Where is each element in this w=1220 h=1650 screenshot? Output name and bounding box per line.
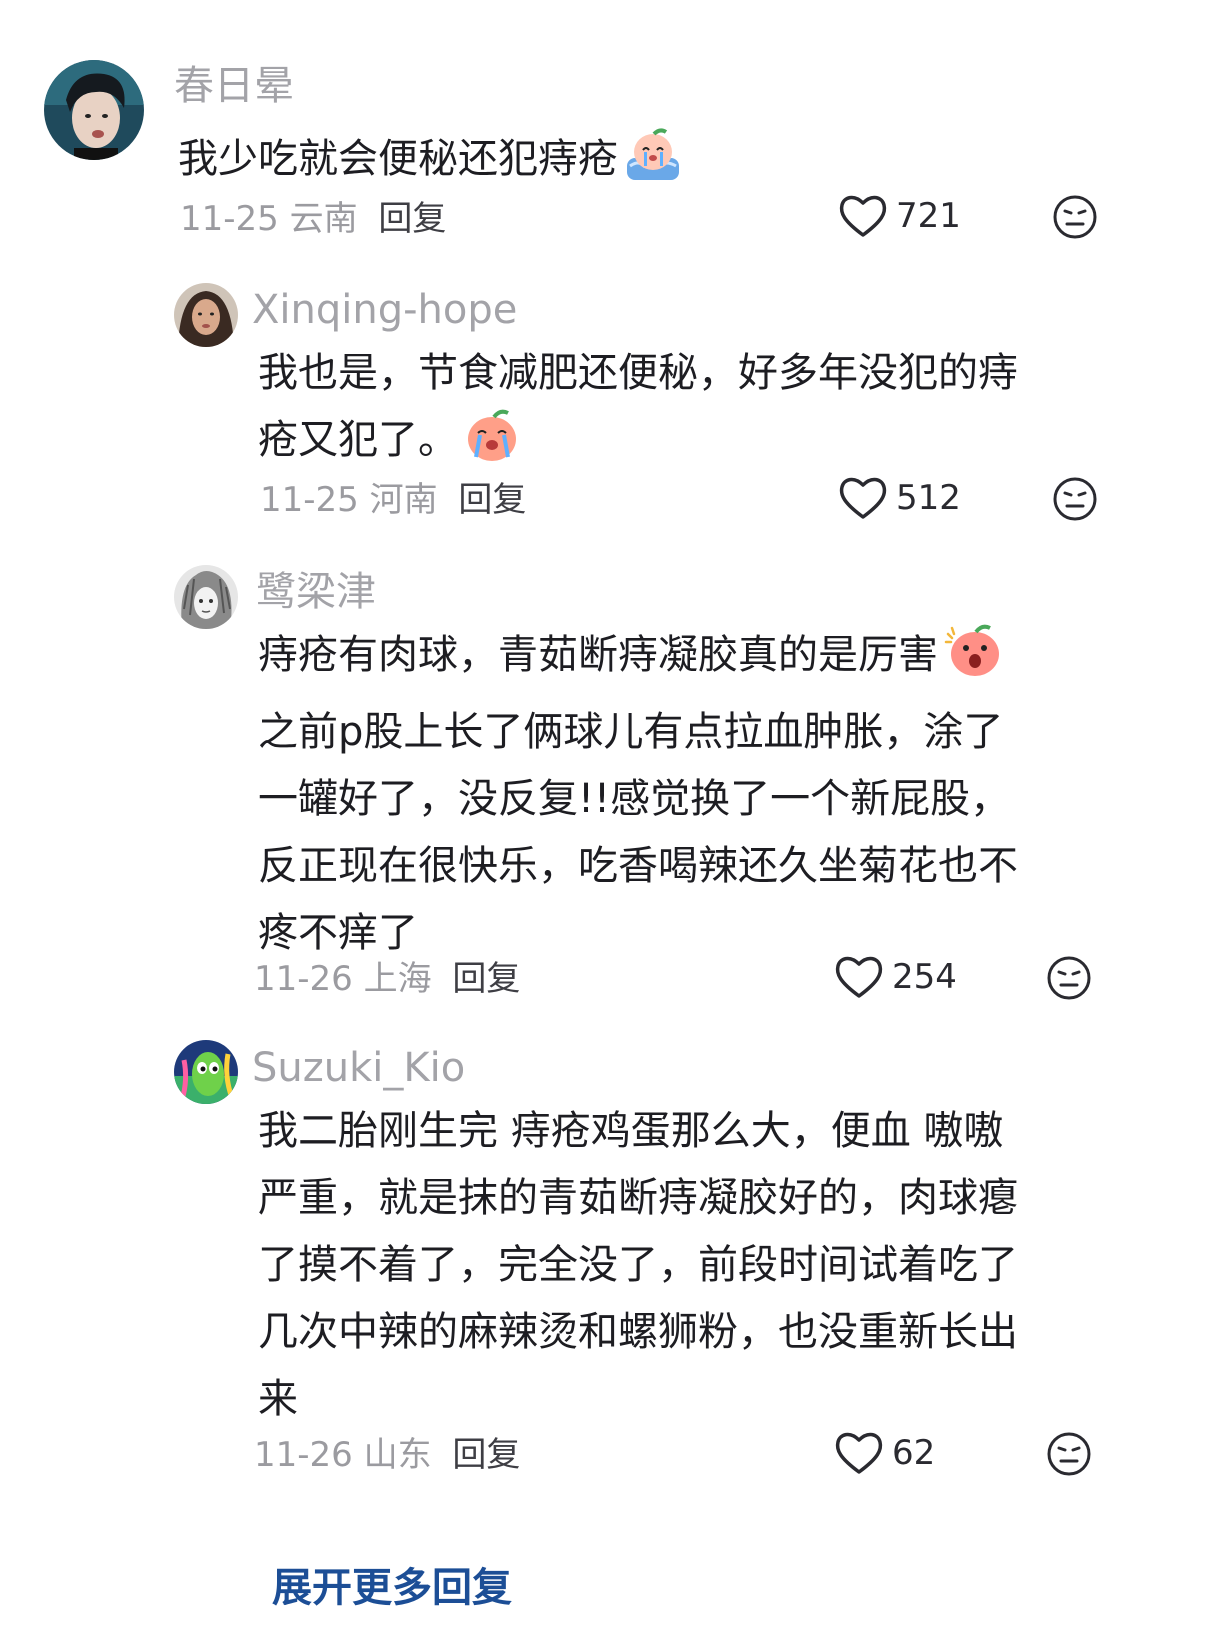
comment-location: 云南 <box>289 199 358 239</box>
comment-line: 几次中辣的麻辣烫和螺狮粉，也没重新长出 <box>258 1309 1018 1355</box>
heart-icon <box>835 956 883 998</box>
reply-button[interactable]: 回复 <box>458 480 526 520</box>
username[interactable]: 春日晕 <box>174 66 294 106</box>
like-count: 512 <box>896 478 961 518</box>
heart-icon <box>839 477 887 519</box>
like-button[interactable]: 254 <box>834 954 957 1000</box>
meh-face-icon <box>1047 1432 1091 1476</box>
avatar[interactable] <box>174 1040 238 1104</box>
comment-line: 疮又犯了。 <box>258 417 458 463</box>
comment-line: 我二胎刚生完 痔疮鸡蛋那么大，便血 嗷嗷 <box>258 1108 1004 1154</box>
comment-text: 痔疮有肉球，青茹断痔凝胶真的是厉害 之前p股上长了俩球儿有点拉血肿胀，涂了 一罐… <box>258 622 1018 967</box>
comment-line: 我少吃就会便秘还犯痔疮 <box>178 136 618 182</box>
comment-date: 11-26 <box>254 1435 353 1475</box>
comment-line: 了摸不着了，完全没了，前段时间试着吃了 <box>258 1242 1018 1288</box>
comment-text: 我也是，节食减肥还便秘，好多年没犯的痔 疮又犯了。 <box>258 340 1018 484</box>
comment-meta: 11-25 河南 回复 <box>260 483 526 517</box>
crying-peach-emoji <box>624 128 682 203</box>
dislike-button[interactable] <box>1046 1431 1092 1481</box>
comment-date: 11-25 <box>180 199 279 239</box>
like-button[interactable]: 721 <box>838 193 961 239</box>
expand-more-replies-link[interactable]: 展开更多回复 <box>272 1568 512 1608</box>
username[interactable]: Suzuki_Kio <box>252 1048 465 1088</box>
comment-line: 严重，就是抹的青茹断痔凝胶好的，肉球瘪 <box>258 1175 1018 1221</box>
like-count: 62 <box>892 1433 936 1473</box>
like-count: 721 <box>896 196 961 236</box>
dislike-button[interactable] <box>1052 476 1098 526</box>
comment-line: 来 <box>258 1376 298 1422</box>
comment-location: 山东 <box>363 1435 432 1475</box>
like-button[interactable]: 512 <box>838 475 961 521</box>
reply-button[interactable]: 回复 <box>452 1435 520 1475</box>
comment-line: 反正现在很快乐，吃香喝辣还久坐菊花也不 <box>258 843 1018 889</box>
username[interactable]: 鹭梁津 <box>256 572 376 612</box>
like-button[interactable]: 62 <box>834 1430 935 1476</box>
comment-meta: 11-25 云南 回复 <box>180 202 446 236</box>
meh-face-icon <box>1053 477 1097 521</box>
sobbing-peach-emoji <box>464 409 520 484</box>
comment-line: 我也是，节食减肥还便秘，好多年没犯的痔 <box>258 350 1018 396</box>
comment-date: 11-26 <box>254 959 353 999</box>
avatar[interactable] <box>44 60 144 160</box>
reply-button[interactable]: 回复 <box>452 959 520 999</box>
meh-face-icon <box>1053 195 1097 239</box>
dislike-button[interactable] <box>1052 194 1098 244</box>
comment-line: 痔疮有肉球，青茹断痔凝胶真的是厉害 <box>258 632 938 678</box>
shocked-peach-emoji <box>944 624 1002 699</box>
comment-location: 上海 <box>363 959 432 999</box>
dislike-button[interactable] <box>1046 955 1092 1005</box>
comment-meta: 11-26 山东 回复 <box>254 1438 520 1472</box>
comment-meta: 11-26 上海 回复 <box>254 962 520 996</box>
username[interactable]: Xinqing-hope <box>252 290 517 330</box>
comment-text: 我二胎刚生完 痔疮鸡蛋那么大，便血 嗷嗷 严重，就是抹的青茹断痔凝胶好的，肉球瘪… <box>258 1098 1018 1433</box>
comment-line: 一罐好了，没反复!!感觉换了一个新屁股， <box>258 776 1011 822</box>
comment-date: 11-25 <box>260 480 359 520</box>
avatar[interactable] <box>174 565 238 629</box>
heart-icon <box>839 195 887 237</box>
like-count: 254 <box>892 957 957 997</box>
heart-icon <box>835 1432 883 1474</box>
comment-location: 河南 <box>369 480 438 520</box>
avatar[interactable] <box>174 283 238 347</box>
comment-text: 我少吃就会便秘还犯痔疮 <box>178 126 682 203</box>
comment-line: 之前p股上长了俩球儿有点拉血肿胀，涂了 <box>258 709 1004 755</box>
reply-button[interactable]: 回复 <box>378 199 446 239</box>
meh-face-icon <box>1047 956 1091 1000</box>
